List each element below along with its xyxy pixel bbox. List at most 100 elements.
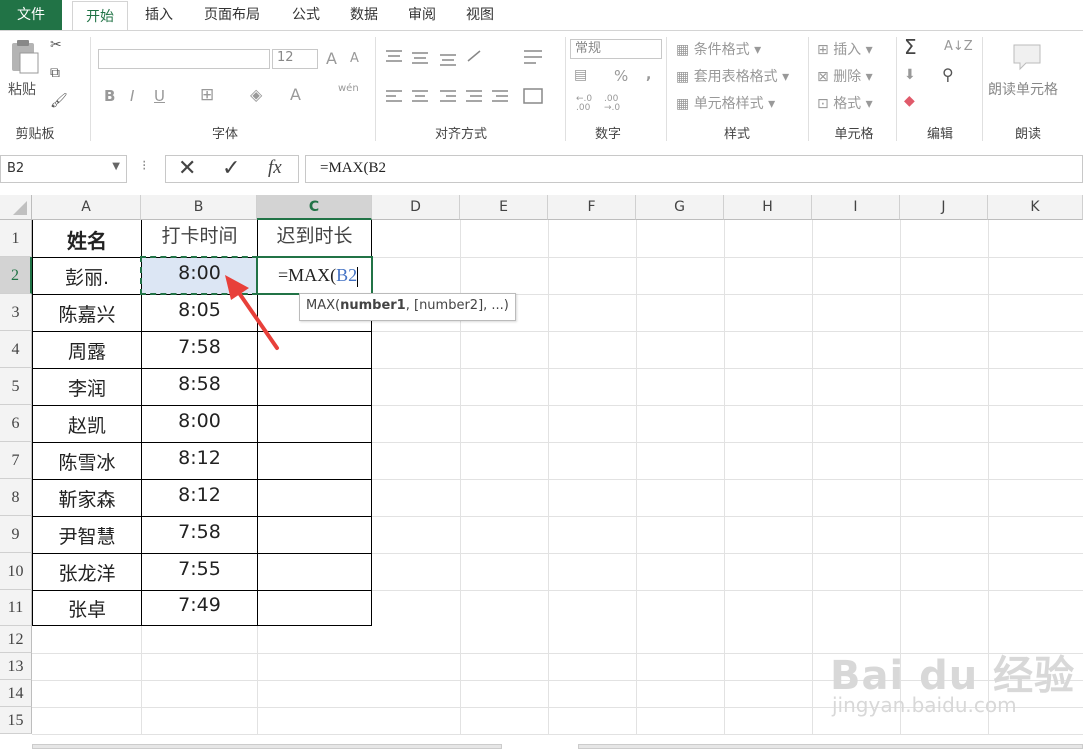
row-header-10[interactable]: 10 bbox=[0, 553, 32, 590]
select-all-corner[interactable] bbox=[0, 195, 32, 220]
chevron-down-icon[interactable]: ▼ bbox=[112, 161, 120, 172]
cell-b11[interactable]: 7:49 bbox=[142, 591, 257, 625]
insert-function-icon[interactable]: fx bbox=[268, 157, 282, 179]
cancel-icon[interactable]: ✕ bbox=[178, 156, 196, 181]
clear-icon[interactable]: ◆ bbox=[904, 93, 915, 109]
row-header-13[interactable]: 13 bbox=[0, 653, 32, 680]
row-header-3[interactable]: 3 bbox=[0, 294, 32, 331]
tooltip-function[interactable]: MAX( bbox=[306, 298, 340, 313]
cell-c1[interactable]: 迟到时长 bbox=[258, 221, 371, 257]
tab-file[interactable]: 文件 bbox=[0, 0, 62, 30]
font-color-icon[interactable]: A bbox=[290, 85, 301, 104]
enter-icon[interactable]: ✓ bbox=[222, 156, 240, 181]
cell-b9[interactable]: 7:58 bbox=[142, 517, 257, 553]
number-format-dropdown[interactable]: 常规 bbox=[570, 39, 662, 59]
row-header-2[interactable]: 2 bbox=[0, 257, 32, 294]
conditional-format-button[interactable]: ▦ 条件格式 ▾ bbox=[676, 39, 761, 59]
column-header-g[interactable]: G bbox=[636, 195, 724, 220]
autosum-button[interactable]: Σ bbox=[904, 35, 917, 59]
row-header-7[interactable]: 7 bbox=[0, 442, 32, 479]
format-as-table-button[interactable]: ▦ 套用表格格式 ▾ bbox=[676, 66, 789, 86]
font-size-dropdown[interactable]: 12 bbox=[272, 49, 318, 69]
cell-b5[interactable]: 8:58 bbox=[142, 369, 257, 405]
row-header-12[interactable]: 12 bbox=[0, 626, 32, 653]
find-select-icon[interactable]: ⚲ bbox=[942, 65, 954, 84]
formula-input[interactable]: =MAX(B2 bbox=[305, 155, 1083, 183]
bold-button[interactable]: B bbox=[104, 87, 115, 105]
horizontal-scrollbar[interactable] bbox=[578, 744, 1083, 749]
insert-cells-button[interactable]: ⊞ 插入 ▾ bbox=[817, 39, 873, 59]
percent-button[interactable]: % bbox=[614, 67, 628, 85]
cell-b8[interactable]: 8:12 bbox=[142, 480, 257, 516]
row-header-5[interactable]: 5 bbox=[0, 368, 32, 405]
name-box[interactable]: B2 ▼ bbox=[0, 155, 127, 183]
cell-styles-button[interactable]: ▦ 单元格样式 ▾ bbox=[676, 93, 775, 113]
cell-a7[interactable]: 陈雪冰 bbox=[33, 443, 141, 479]
format-painter-icon[interactable]: 🖌 bbox=[50, 93, 68, 109]
tab-view[interactable]: 视图 bbox=[456, 0, 504, 30]
column-header-d[interactable]: D bbox=[372, 195, 460, 220]
tab-insert[interactable]: 插入 bbox=[132, 0, 186, 30]
column-header-f[interactable]: F bbox=[548, 195, 636, 220]
increase-decimal-button[interactable]: ←.0 .00 bbox=[576, 95, 592, 113]
row-header-4[interactable]: 4 bbox=[0, 331, 32, 368]
tab-page-layout[interactable]: 页面布局 bbox=[192, 0, 272, 30]
shrink-font-icon[interactable]: A bbox=[350, 51, 359, 66]
row-header-14[interactable]: 14 bbox=[0, 680, 32, 707]
row-header-1[interactable]: 1 bbox=[0, 220, 32, 257]
row-header-11[interactable]: 11 bbox=[0, 590, 32, 626]
cut-icon[interactable]: ✂ bbox=[50, 37, 62, 53]
column-header-a[interactable]: A bbox=[32, 195, 141, 220]
cell-a5[interactable]: 李润 bbox=[33, 369, 141, 405]
cell-a4[interactable]: 周露 bbox=[33, 332, 141, 368]
row-header-6[interactable]: 6 bbox=[0, 405, 32, 442]
tab-home[interactable]: 开始 bbox=[72, 1, 128, 31]
cell-a8[interactable]: 靳家森 bbox=[33, 480, 141, 516]
cell-b6[interactable]: 8:00 bbox=[142, 406, 257, 442]
column-header-h[interactable]: H bbox=[724, 195, 812, 220]
comma-button[interactable]: , bbox=[646, 67, 651, 83]
cell-a9[interactable]: 尹智慧 bbox=[33, 517, 141, 553]
column-header-e[interactable]: E bbox=[460, 195, 548, 220]
tooltip-arg1: number1 bbox=[340, 298, 406, 313]
delete-cells-button[interactable]: ⊠ 删除 ▾ bbox=[817, 66, 873, 86]
cell-b7[interactable]: 8:12 bbox=[142, 443, 257, 479]
cell-b10[interactable]: 7:55 bbox=[142, 554, 257, 590]
column-header-k[interactable]: K bbox=[988, 195, 1083, 220]
fill-icon[interactable]: ⬇ bbox=[904, 67, 916, 83]
cell-a1[interactable]: 姓名 bbox=[33, 221, 141, 257]
column-header-c[interactable]: C bbox=[257, 195, 372, 220]
copy-icon[interactable]: ⧉ bbox=[50, 65, 60, 81]
grow-font-icon[interactable]: A bbox=[326, 49, 337, 68]
column-header-i[interactable]: I bbox=[812, 195, 900, 220]
fill-color-icon[interactable]: ◈ bbox=[250, 85, 262, 104]
phonetic-icon[interactable]: wén bbox=[338, 83, 359, 94]
tab-data[interactable]: 数据 bbox=[340, 0, 388, 30]
sheet-tabs-area[interactable] bbox=[32, 744, 502, 749]
cell-b1[interactable]: 打卡时间 bbox=[142, 221, 257, 257]
sort-filter-icon[interactable]: A↓Z bbox=[944, 39, 973, 54]
italic-button[interactable]: I bbox=[130, 87, 134, 105]
read-cell-icon[interactable] bbox=[1010, 41, 1044, 77]
cell-a10[interactable]: 张龙洋 bbox=[33, 554, 141, 590]
cell-a2[interactable]: 彭丽. bbox=[33, 258, 141, 294]
paste-icon[interactable] bbox=[6, 37, 42, 74]
cell-a11[interactable]: 张卓 bbox=[33, 591, 141, 625]
tab-review[interactable]: 审阅 bbox=[398, 0, 446, 30]
cell-a6[interactable]: 赵凯 bbox=[33, 406, 141, 442]
border-icon[interactable]: ⊞ bbox=[200, 85, 214, 105]
format-cells-button[interactable]: ⊡ 格式 ▾ bbox=[817, 93, 873, 113]
row-header-8[interactable]: 8 bbox=[0, 479, 32, 516]
decrease-decimal-button[interactable]: .00 →.0 bbox=[604, 95, 620, 113]
currency-icon[interactable]: ▤ bbox=[574, 67, 587, 83]
read-cell-button[interactable]: 朗读单元格 bbox=[988, 79, 1058, 99]
underline-button[interactable]: U bbox=[154, 87, 165, 105]
row-header-15[interactable]: 15 bbox=[0, 707, 32, 734]
column-header-b[interactable]: B bbox=[141, 195, 257, 220]
font-name-dropdown[interactable] bbox=[98, 49, 270, 69]
cell-a3[interactable]: 陈嘉兴 bbox=[33, 295, 141, 331]
paste-button-label[interactable]: 粘贴 bbox=[8, 79, 36, 99]
row-header-9[interactable]: 9 bbox=[0, 516, 32, 553]
column-header-j[interactable]: J bbox=[900, 195, 988, 220]
tab-formulas[interactable]: 公式 bbox=[282, 0, 330, 30]
